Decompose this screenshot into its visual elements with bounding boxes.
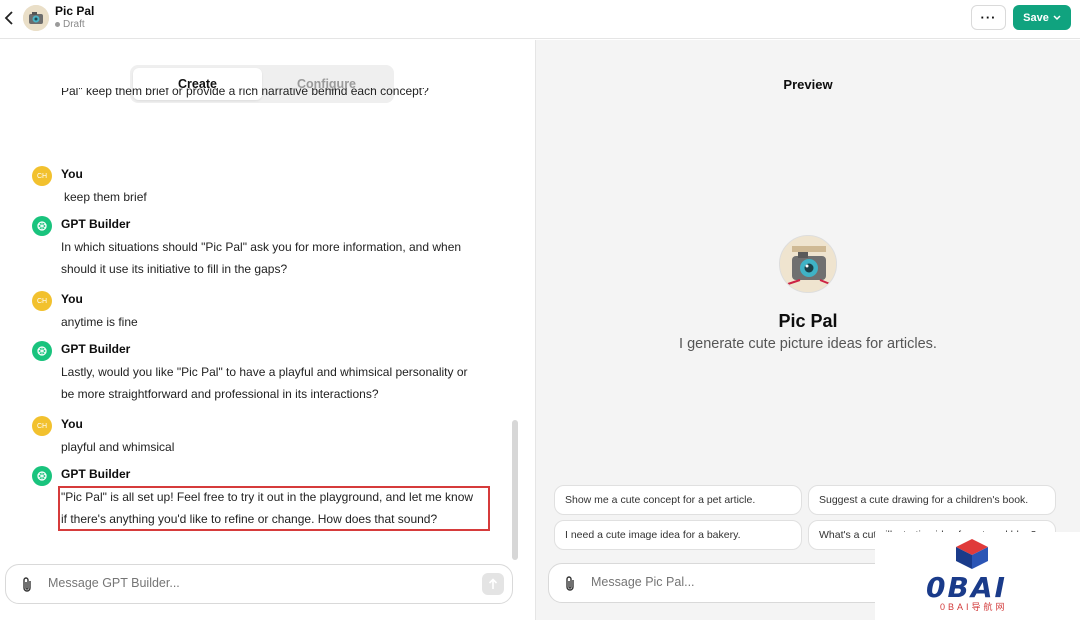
more-options-button[interactable]: ··· (971, 5, 1006, 30)
message-text: In which situations should "Pic Pal" ask… (61, 236, 501, 280)
message-line: Lastly, would you like "Pic Pal" to have… (61, 365, 468, 379)
status-label: Draft (63, 19, 85, 30)
message-author: You (61, 292, 83, 306)
cube-logo-icon (952, 537, 992, 571)
message-line: keep them brief (64, 190, 147, 204)
top-bar: Pic Pal Draft ··· Save (0, 0, 1080, 39)
message-line: In which situations should "Pic Pal" ask… (61, 240, 462, 254)
send-button[interactable] (482, 573, 504, 595)
openai-icon (32, 216, 52, 236)
builder-composer (5, 564, 513, 604)
preview-gpt-avatar (779, 235, 837, 293)
user-avatar: CH (32, 291, 52, 311)
openai-icon (32, 341, 52, 361)
suggestion-chip[interactable]: I need a cute image idea for a bakery. (554, 520, 802, 550)
gpt-avatar (23, 5, 49, 31)
message-text: Lastly, would you like "Pic Pal" to have… (61, 361, 501, 405)
chevron-down-icon (1053, 14, 1061, 20)
draft-status: Draft (55, 19, 85, 30)
suggestion-chip[interactable]: Suggest a cute drawing for a children's … (808, 485, 1056, 515)
message-author: You (61, 167, 83, 181)
message-author: GPT Builder (61, 342, 131, 356)
message-text: keep them brief (61, 186, 501, 208)
message-text: anytime is fine (61, 315, 138, 329)
watermark-subtitle: 0BAI导航网 (940, 602, 1008, 612)
preview-gpt-description: I generate cute picture ideas for articl… (679, 336, 937, 352)
gpt-title: Pic Pal (55, 4, 95, 18)
arrow-up-icon (488, 578, 498, 589)
preview-gpt-name: Pic Pal (778, 311, 838, 331)
openai-icon (32, 466, 52, 486)
save-label: Save (1023, 11, 1049, 24)
paperclip-icon[interactable] (563, 575, 579, 593)
message-text: playful and whimsical (61, 440, 175, 454)
message-author: GPT Builder (61, 467, 131, 481)
paperclip-icon[interactable] (20, 576, 36, 594)
message-author: You (61, 417, 83, 431)
partial-message-text: Pal" keep them brief or provide a rich n… (61, 88, 429, 98)
chat-scrollbar[interactable] (512, 420, 518, 560)
user-avatar: CH (32, 166, 52, 186)
preview-title: Preview (783, 77, 833, 92)
highlight-annotation-box (58, 486, 490, 531)
chat-history: Pal" keep them brief or provide a rich n… (0, 88, 520, 528)
message-author: GPT Builder (61, 217, 131, 231)
message-line: should it use its initiative to fill in … (61, 262, 288, 276)
user-avatar: CH (32, 416, 52, 436)
suggestion-chip[interactable]: Show me a cute concept for a pet article… (554, 485, 802, 515)
message-line: be more straightforward and professional… (61, 387, 379, 401)
message-input[interactable] (48, 576, 468, 590)
save-button[interactable]: Save (1013, 5, 1071, 30)
status-dot-icon (55, 22, 60, 27)
back-icon[interactable] (2, 8, 16, 28)
